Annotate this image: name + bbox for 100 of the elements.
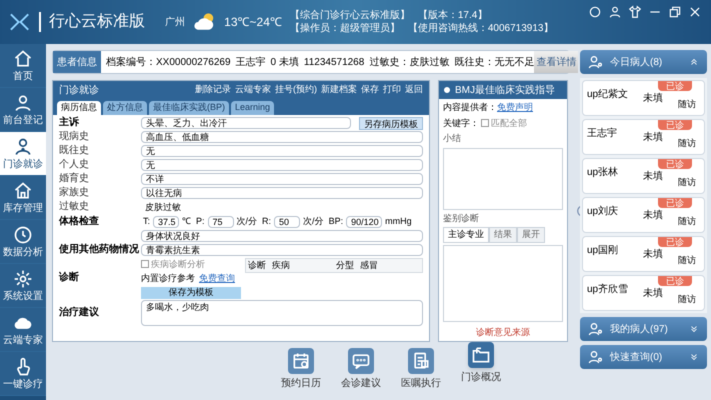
sidebar-item[interactable]: 云端专家 bbox=[0, 308, 46, 352]
patient-card[interactable]: up国刚 未填 已诊 随访 bbox=[582, 236, 705, 272]
input-field[interactable]: 75 bbox=[208, 216, 234, 228]
bottom-bar-button[interactable]: 医嘱执行 bbox=[401, 348, 441, 391]
field-label: 使用其他药物情况 bbox=[59, 244, 139, 255]
sidebar-item[interactable]: 库存管理 bbox=[0, 176, 46, 220]
patient-card[interactable]: up齐欣雪 未填 已诊 随访 bbox=[582, 275, 705, 311]
sidebar-item[interactable]: 首页 bbox=[0, 44, 46, 88]
follow-up-link[interactable]: 随访 bbox=[678, 292, 696, 306]
home-icon bbox=[13, 49, 33, 69]
chevron-down-icon bbox=[689, 352, 699, 362]
person-icon bbox=[13, 93, 33, 113]
follow-up-link[interactable]: 随访 bbox=[678, 98, 696, 111]
patient-status: 未填 bbox=[643, 208, 663, 223]
tab[interactable]: 处方信息 bbox=[103, 101, 147, 114]
users-icon bbox=[588, 321, 604, 337]
patient-card[interactable]: 王志宇 未填 已诊 随访 bbox=[582, 119, 705, 155]
field-label: 现病史 bbox=[59, 131, 89, 142]
tab[interactable]: 主诊专业 bbox=[443, 227, 489, 242]
save-as-template-button[interactable]: 保存为模板 bbox=[141, 286, 241, 298]
status-badge: 已诊 bbox=[658, 120, 692, 130]
sidebar-item[interactable]: 前台登记 bbox=[0, 88, 46, 132]
follow-up-link[interactable]: 随访 bbox=[678, 214, 696, 228]
patient-card[interactable]: up纪紫文 未填 已诊 随访 bbox=[582, 80, 705, 116]
bottom-bar-button[interactable]: 预约日历 bbox=[281, 348, 321, 391]
tab[interactable]: 病历信息 bbox=[57, 101, 101, 114]
app-title: 行心云标准版 bbox=[49, 12, 146, 32]
bottom-bar-button[interactable]: 会诊建议 bbox=[341, 348, 381, 391]
sidebar-item[interactable]: 一键诊疗 bbox=[0, 352, 46, 396]
input-field[interactable]: 身体状况良好 bbox=[141, 230, 423, 242]
table-cell-text: 感冒 bbox=[359, 258, 379, 272]
field-label: 既往史 bbox=[59, 145, 89, 156]
input-field[interactable]: 不详 bbox=[141, 173, 423, 185]
treatment-textarea[interactable]: 多喝水，少吃肉 bbox=[141, 300, 423, 326]
input-field[interactable]: 无 bbox=[141, 145, 423, 157]
sidebar-item[interactable]: 数据分析 bbox=[0, 220, 46, 264]
field-label: 婚育史 bbox=[59, 173, 89, 184]
patient-field: 档案编号：XX00000276269 bbox=[106, 54, 231, 70]
patient-card[interactable]: up张林 未填 已诊 随访 bbox=[582, 158, 705, 194]
user-button[interactable] bbox=[607, 4, 623, 20]
input-field[interactable]: 以往无病 bbox=[141, 187, 423, 199]
toolbar-button[interactable]: 保存 bbox=[361, 83, 379, 97]
header-info: 【操作员：超级管理员】 bbox=[290, 22, 400, 35]
field-label: 治疗建议 bbox=[59, 306, 99, 318]
patient-field: 既往史：无无不足 bbox=[454, 54, 534, 70]
shirt-button[interactable] bbox=[627, 4, 643, 20]
source-label: 诊断意见来源 bbox=[475, 326, 531, 338]
toolbar-button[interactable]: 返回 bbox=[405, 83, 423, 97]
field-label: 体格检查 bbox=[59, 216, 99, 227]
bottom-bar-button[interactable]: 门诊概况 bbox=[461, 342, 501, 391]
toolbar-button[interactable]: 删除记录 bbox=[195, 83, 231, 97]
toolbar-button[interactable]: 新建档案 bbox=[321, 83, 357, 97]
chevron-up-icon bbox=[689, 57, 699, 67]
tab[interactable]: Learning bbox=[231, 101, 274, 114]
tab[interactable]: 结果 bbox=[489, 227, 517, 242]
input-field[interactable]: 头晕、乏力、出冷汗 bbox=[141, 117, 351, 129]
section-header[interactable]: 我的病人(97) bbox=[580, 317, 707, 341]
disclaimer-link[interactable]: 免费声明 bbox=[497, 101, 533, 114]
sidebar-item[interactable]: 门诊就诊 bbox=[0, 132, 46, 176]
status-badge: 已诊 bbox=[658, 81, 692, 91]
toolbar-button[interactable]: 云端专家 bbox=[235, 83, 271, 97]
header-info: 【使用咨询热线：4006713913】 bbox=[408, 22, 554, 35]
sidebar-item[interactable]: 系统设置 bbox=[0, 264, 46, 308]
input-field[interactable]: 无 bbox=[141, 159, 423, 171]
follow-up-link[interactable]: 随访 bbox=[678, 254, 696, 267]
tab[interactable]: 最佳临床实践(BP) bbox=[149, 101, 229, 114]
toolbar-button[interactable]: 挂号(预约) bbox=[275, 83, 317, 97]
input-field[interactable]: 50 bbox=[274, 216, 300, 228]
section-header[interactable]: 今日病人(8) bbox=[580, 50, 707, 74]
input-field[interactable]: 90/120 bbox=[346, 216, 382, 228]
tab[interactable]: 展开 bbox=[517, 227, 545, 242]
shirt-icon bbox=[628, 5, 642, 19]
reference-label: 内置诊疗参考 bbox=[141, 272, 195, 285]
close-icon bbox=[688, 5, 702, 19]
field-label: 家族史 bbox=[59, 187, 89, 198]
status-badge: 已诊 bbox=[658, 237, 692, 247]
panel-title: 门诊就诊 bbox=[59, 84, 99, 98]
follow-up-link[interactable]: 随访 bbox=[678, 136, 696, 150]
status-badge: 已诊 bbox=[658, 276, 692, 286]
patient-name: up张林 bbox=[587, 167, 620, 180]
toolbar-button[interactable]: 打印 bbox=[383, 83, 401, 97]
field-label: 内容提供者： bbox=[443, 101, 497, 114]
input-field[interactable]: 高血压、低血糖 bbox=[141, 131, 423, 143]
view-details-button[interactable]: 查看详情 bbox=[534, 51, 578, 73]
input-field[interactable]: 青霉素抗生素 bbox=[141, 244, 423, 256]
temperature: 13℃~24℃ bbox=[224, 14, 282, 31]
checkbox[interactable] bbox=[481, 119, 489, 128]
input-field[interactable]: 37.5 bbox=[153, 216, 180, 228]
unit-label: ℃ bbox=[182, 215, 192, 228]
patient-status: 未填 bbox=[643, 170, 663, 184]
patient-name: 王志宇 bbox=[587, 128, 618, 141]
section-header[interactable]: 快速查询(0) bbox=[580, 345, 707, 369]
patient-card[interactable]: up刘庆 未填 已诊 随访 bbox=[582, 197, 705, 233]
follow-up-link[interactable]: 随访 bbox=[678, 176, 696, 189]
message-button[interactable] bbox=[587, 4, 603, 20]
chevron-down-icon bbox=[689, 324, 699, 334]
free-query-link[interactable]: 免费查询 bbox=[199, 272, 235, 286]
save-template-button[interactable]: 另存病历模板 bbox=[359, 116, 423, 130]
restore-button[interactable] bbox=[667, 4, 683, 20]
checkbox[interactable] bbox=[141, 260, 149, 268]
